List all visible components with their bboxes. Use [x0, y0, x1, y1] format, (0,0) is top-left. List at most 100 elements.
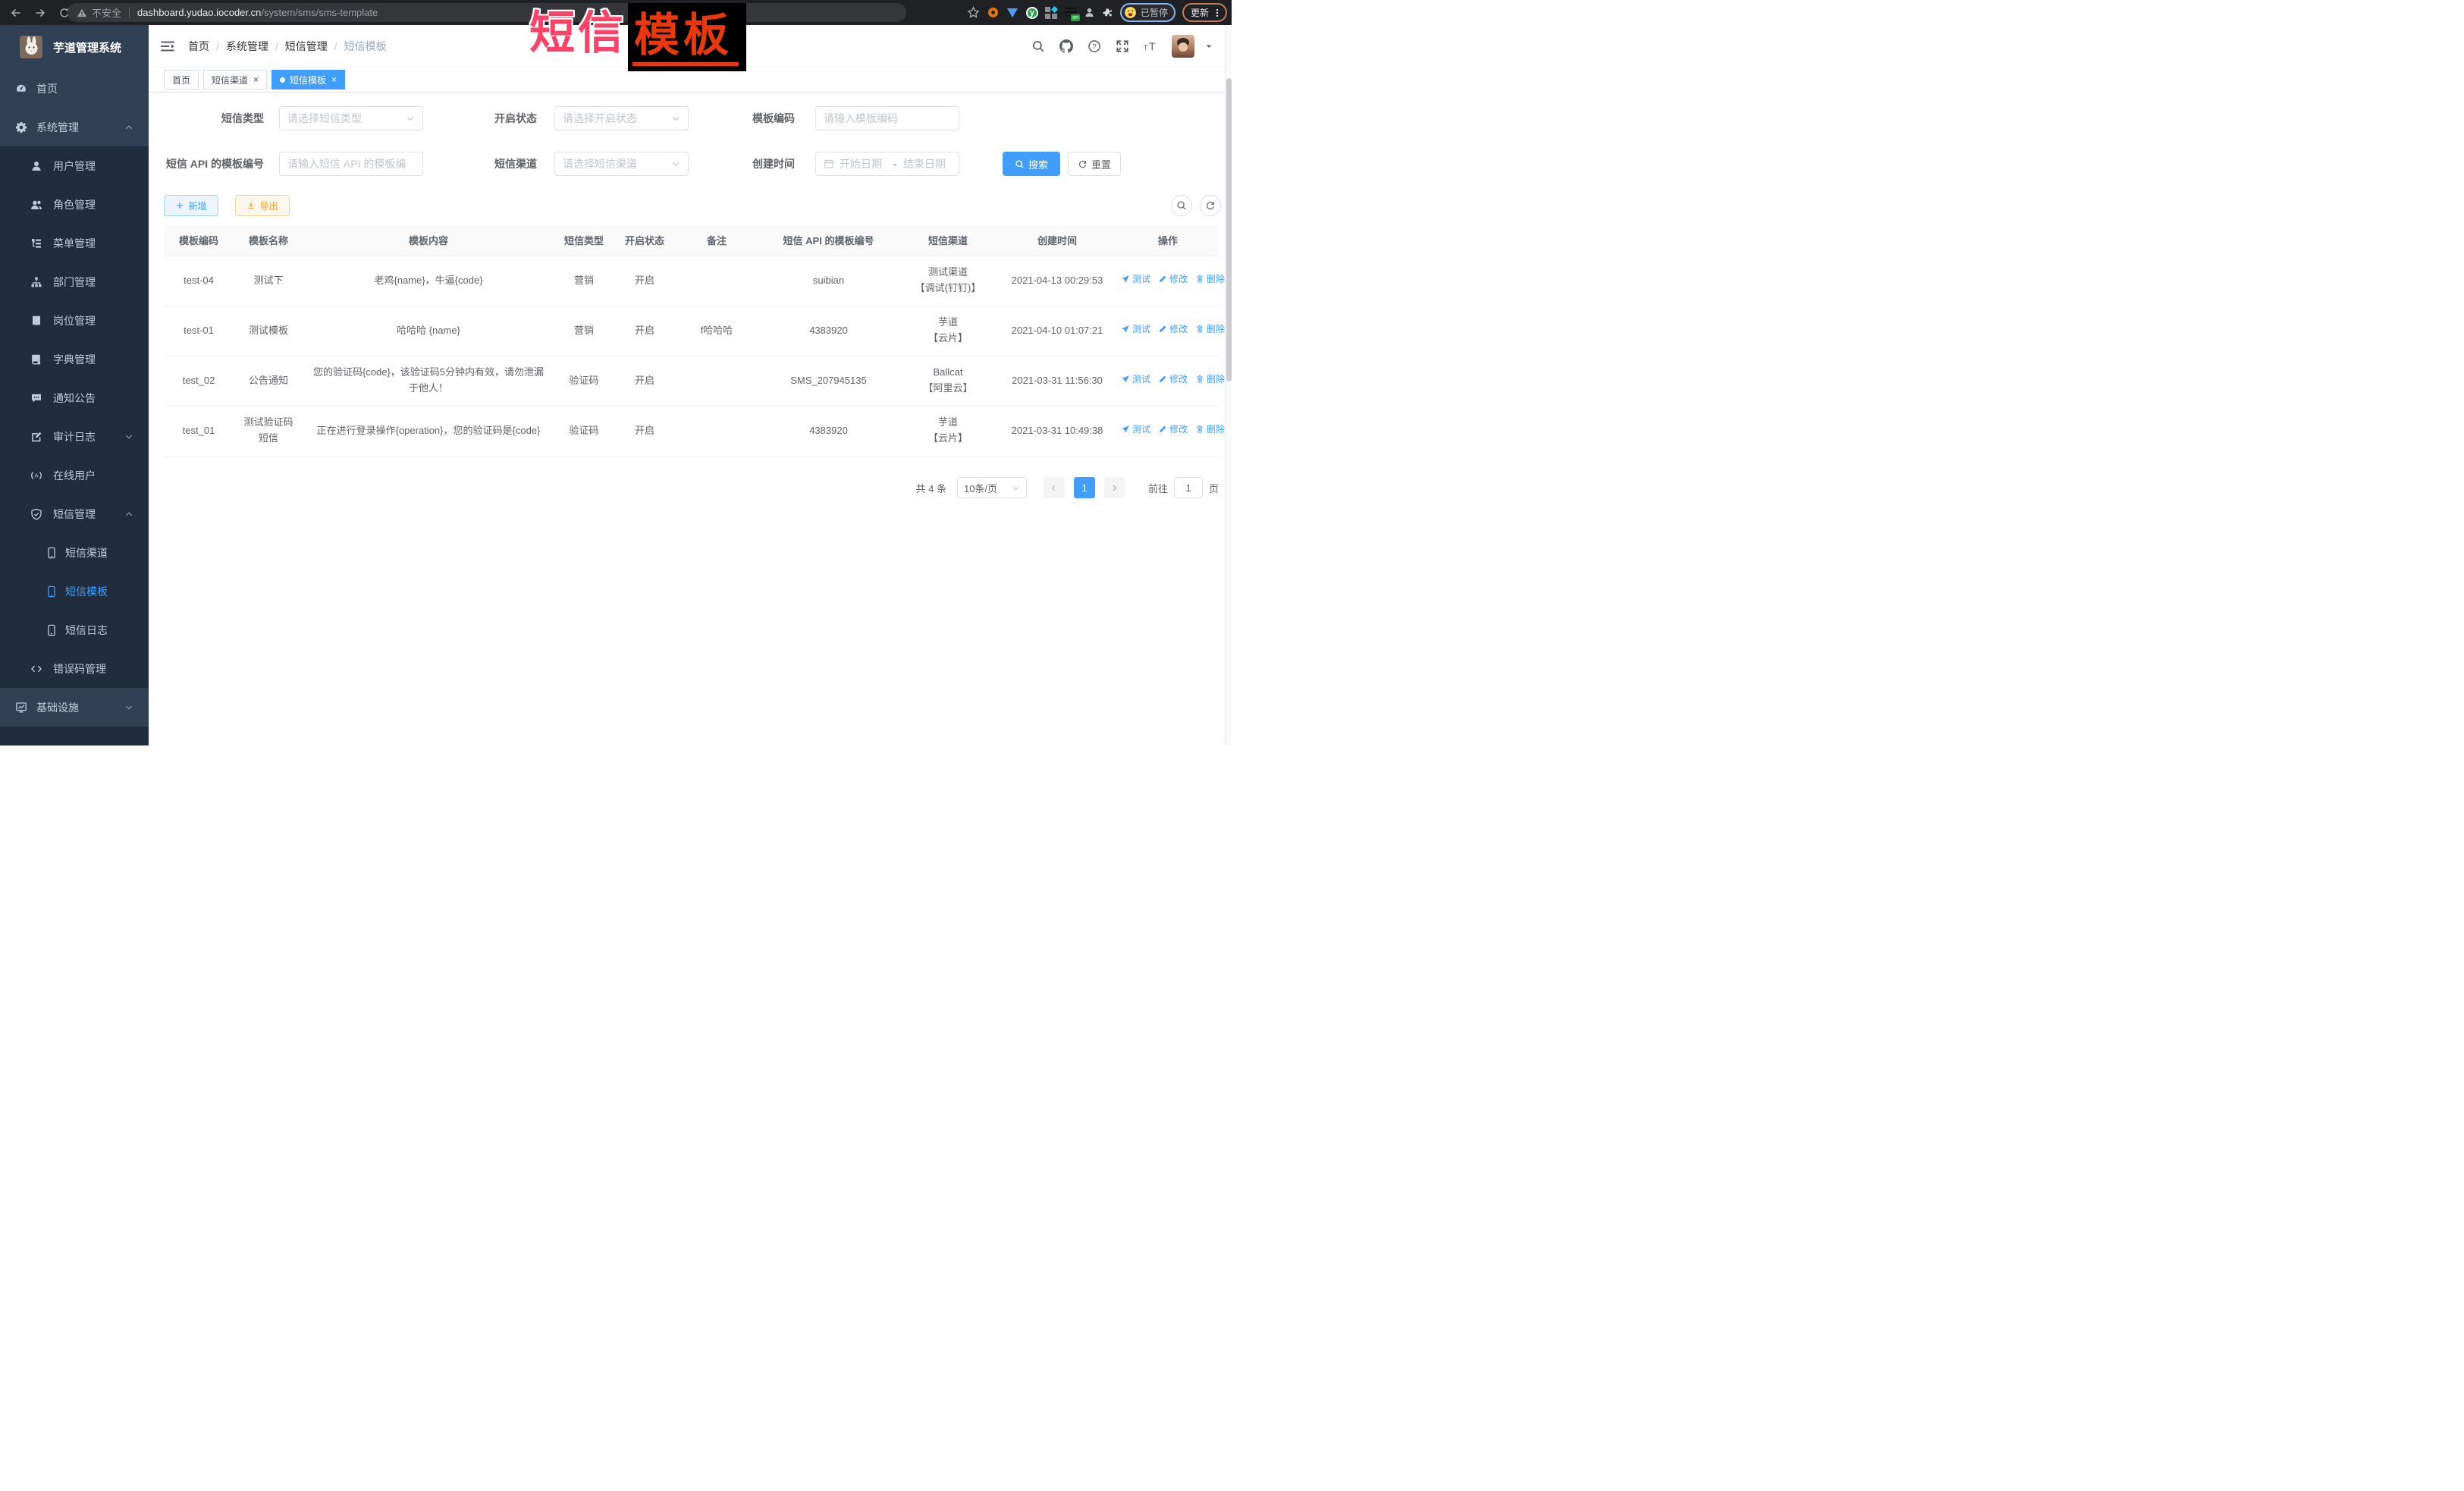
- fullscreen-icon[interactable]: [1116, 39, 1129, 53]
- search-button[interactable]: 搜索: [1003, 152, 1060, 176]
- address-bar[interactable]: 不安全 dashboard.yudao.iocoder.cn /system/s…: [67, 3, 906, 22]
- test-row-button[interactable]: 测试: [1121, 272, 1150, 287]
- sidebar-item-user-management[interactable]: 用户管理: [0, 146, 149, 185]
- browser-profile-chip[interactable]: 已暂停: [1120, 3, 1176, 22]
- chevron-down-icon: [1012, 484, 1020, 492]
- sidebar-item-error-code-management[interactable]: 错误码管理: [0, 649, 149, 688]
- sidebar-logo[interactable]: 芋道管理系统: [0, 25, 149, 69]
- refresh-table-button[interactable]: [1200, 195, 1221, 216]
- edit-row-button[interactable]: 修改: [1158, 372, 1188, 387]
- breadcrumb-sms[interactable]: 短信管理: [285, 39, 328, 54]
- tab-sms-template[interactable]: 短信模板×: [272, 70, 345, 89]
- send-icon: [1121, 325, 1130, 334]
- test-row-button[interactable]: 测试: [1121, 322, 1150, 337]
- page-number-button[interactable]: 1: [1074, 477, 1095, 498]
- github-icon[interactable]: [1059, 39, 1073, 53]
- tab-home[interactable]: 首页: [164, 70, 199, 89]
- sidebar-item-label: 菜单管理: [53, 236, 96, 251]
- next-page-button[interactable]: [1104, 477, 1125, 498]
- prev-page-button[interactable]: [1044, 477, 1065, 498]
- test-row-button[interactable]: 测试: [1121, 422, 1150, 437]
- show-search-toggle-button[interactable]: [1171, 195, 1192, 216]
- sidebar-item-home[interactable]: 首页: [0, 69, 149, 108]
- cell-remark: [675, 406, 758, 456]
- edit-icon: [1158, 325, 1167, 334]
- reset-button[interactable]: 重置: [1068, 152, 1121, 176]
- extension-ring-icon[interactable]: [987, 6, 1000, 19]
- browser-forward-icon[interactable]: [30, 3, 50, 23]
- browser-update-button[interactable]: 更新: [1182, 3, 1227, 22]
- scrollbar-thumb[interactable]: [1226, 78, 1232, 381]
- sms-type-select[interactable]: 请选择短信类型: [279, 106, 423, 130]
- op-label: 删除: [1207, 272, 1225, 287]
- sidebar-item-audit-log[interactable]: 审计日志: [0, 417, 149, 456]
- export-button[interactable]: 导出: [235, 195, 290, 216]
- code-icon: [30, 663, 42, 675]
- sidebar-item-post-management[interactable]: 岗位管理: [0, 301, 149, 340]
- svg-text:T: T: [1144, 44, 1148, 52]
- template-code-input[interactable]: 请输入模板编码: [815, 106, 959, 130]
- page-size-select[interactable]: 10条/页: [957, 477, 1027, 498]
- sidebar-item-dept-management[interactable]: 部门管理: [0, 262, 149, 301]
- sidebar-item-announcement[interactable]: 通知公告: [0, 378, 149, 417]
- status-select[interactable]: 请选择开启状态: [554, 106, 689, 130]
- goto-page-input[interactable]: 1: [1174, 477, 1203, 498]
- api-template-id-input[interactable]: 请输入短信 API 的模板编: [279, 152, 423, 176]
- sidebar-item-sms-channel[interactable]: 短信渠道: [0, 533, 149, 572]
- sidebar-item-dict-management[interactable]: 字典管理: [0, 340, 149, 378]
- header-search-icon[interactable]: [1031, 39, 1045, 53]
- add-button[interactable]: 新增: [164, 195, 218, 216]
- edit-row-button[interactable]: 修改: [1158, 322, 1188, 337]
- avatar-caret-down-icon[interactable]: [1204, 42, 1213, 51]
- extension-grid-icon[interactable]: [1045, 6, 1058, 19]
- cell-template-content: 您的验证码{code}，该验证码5分钟内有效，请勿泄漏于他人！: [303, 356, 554, 406]
- sidebar-item-system-management[interactable]: 系统管理: [0, 108, 149, 146]
- column-header: 备注: [675, 225, 758, 256]
- delete-row-button[interactable]: 删除: [1195, 322, 1225, 337]
- cell-template-name: 测试模板: [234, 306, 303, 356]
- extension-person-icon[interactable]: [1084, 7, 1095, 18]
- test-row-button[interactable]: 测试: [1121, 372, 1150, 387]
- sidebar-item-online-users[interactable]: A在线用户: [0, 456, 149, 494]
- sidebar-item-infrastructure[interactable]: 基础设施: [0, 688, 149, 727]
- breadcrumb-system[interactable]: 系统管理: [226, 39, 268, 54]
- font-size-icon[interactable]: TT: [1144, 39, 1157, 53]
- cell-status: 开启: [614, 406, 675, 456]
- delete-row-button[interactable]: 删除: [1195, 372, 1225, 387]
- browser-menu-kebab-icon[interactable]: [1212, 8, 1223, 18]
- extensions-puzzle-icon[interactable]: [1102, 7, 1113, 18]
- cell-template-name: 测试验证码短信: [234, 406, 303, 456]
- security-chip-label[interactable]: 不安全: [92, 5, 121, 20]
- sidebar-item-sms-log[interactable]: 短信日志: [0, 611, 149, 649]
- extension-gem-icon[interactable]: [1006, 6, 1019, 19]
- breadcrumb-current: 短信模板: [344, 39, 387, 54]
- breadcrumb-home[interactable]: 首页: [188, 39, 209, 54]
- send-icon: [1121, 375, 1130, 384]
- tab-sms-channel[interactable]: 短信渠道×: [203, 70, 267, 89]
- create-time-range-picker[interactable]: 开始日期 - 结束日期: [815, 152, 959, 176]
- edit-row-button[interactable]: 修改: [1158, 422, 1188, 437]
- sidebar-item-sms-management[interactable]: 短信管理: [0, 494, 149, 533]
- tab-close-icon[interactable]: ×: [331, 75, 337, 84]
- edit-row-button[interactable]: 修改: [1158, 272, 1188, 287]
- op-label: 删除: [1207, 422, 1225, 437]
- phone-icon: [46, 624, 58, 636]
- sidebar-item-sms-template[interactable]: 短信模板: [0, 572, 149, 611]
- user-avatar[interactable]: [1172, 35, 1194, 58]
- extension-list-icon[interactable]: on: [1065, 8, 1077, 18]
- tab-close-icon[interactable]: ×: [253, 75, 259, 84]
- users-icon: [30, 199, 42, 211]
- cell-created-time: 2021-04-13 00:29:53: [997, 256, 1117, 306]
- browser-back-icon[interactable]: [6, 3, 26, 23]
- help-question-icon[interactable]: ?: [1088, 39, 1101, 53]
- channel-select[interactable]: 请选择短信渠道: [554, 152, 689, 176]
- delete-row-button[interactable]: 删除: [1195, 422, 1225, 437]
- chevron-down-icon: [671, 159, 680, 168]
- sidebar-collapse-icon[interactable]: [159, 38, 176, 55]
- extension-y-icon[interactable]: y: [1026, 7, 1038, 19]
- bookmark-star-icon[interactable]: [967, 6, 980, 19]
- sidebar-item-menu-management[interactable]: 菜单管理: [0, 224, 149, 262]
- sidebar-item-role-management[interactable]: 角色管理: [0, 185, 149, 224]
- online-user-icon: A: [30, 469, 42, 482]
- delete-row-button[interactable]: 删除: [1195, 272, 1225, 287]
